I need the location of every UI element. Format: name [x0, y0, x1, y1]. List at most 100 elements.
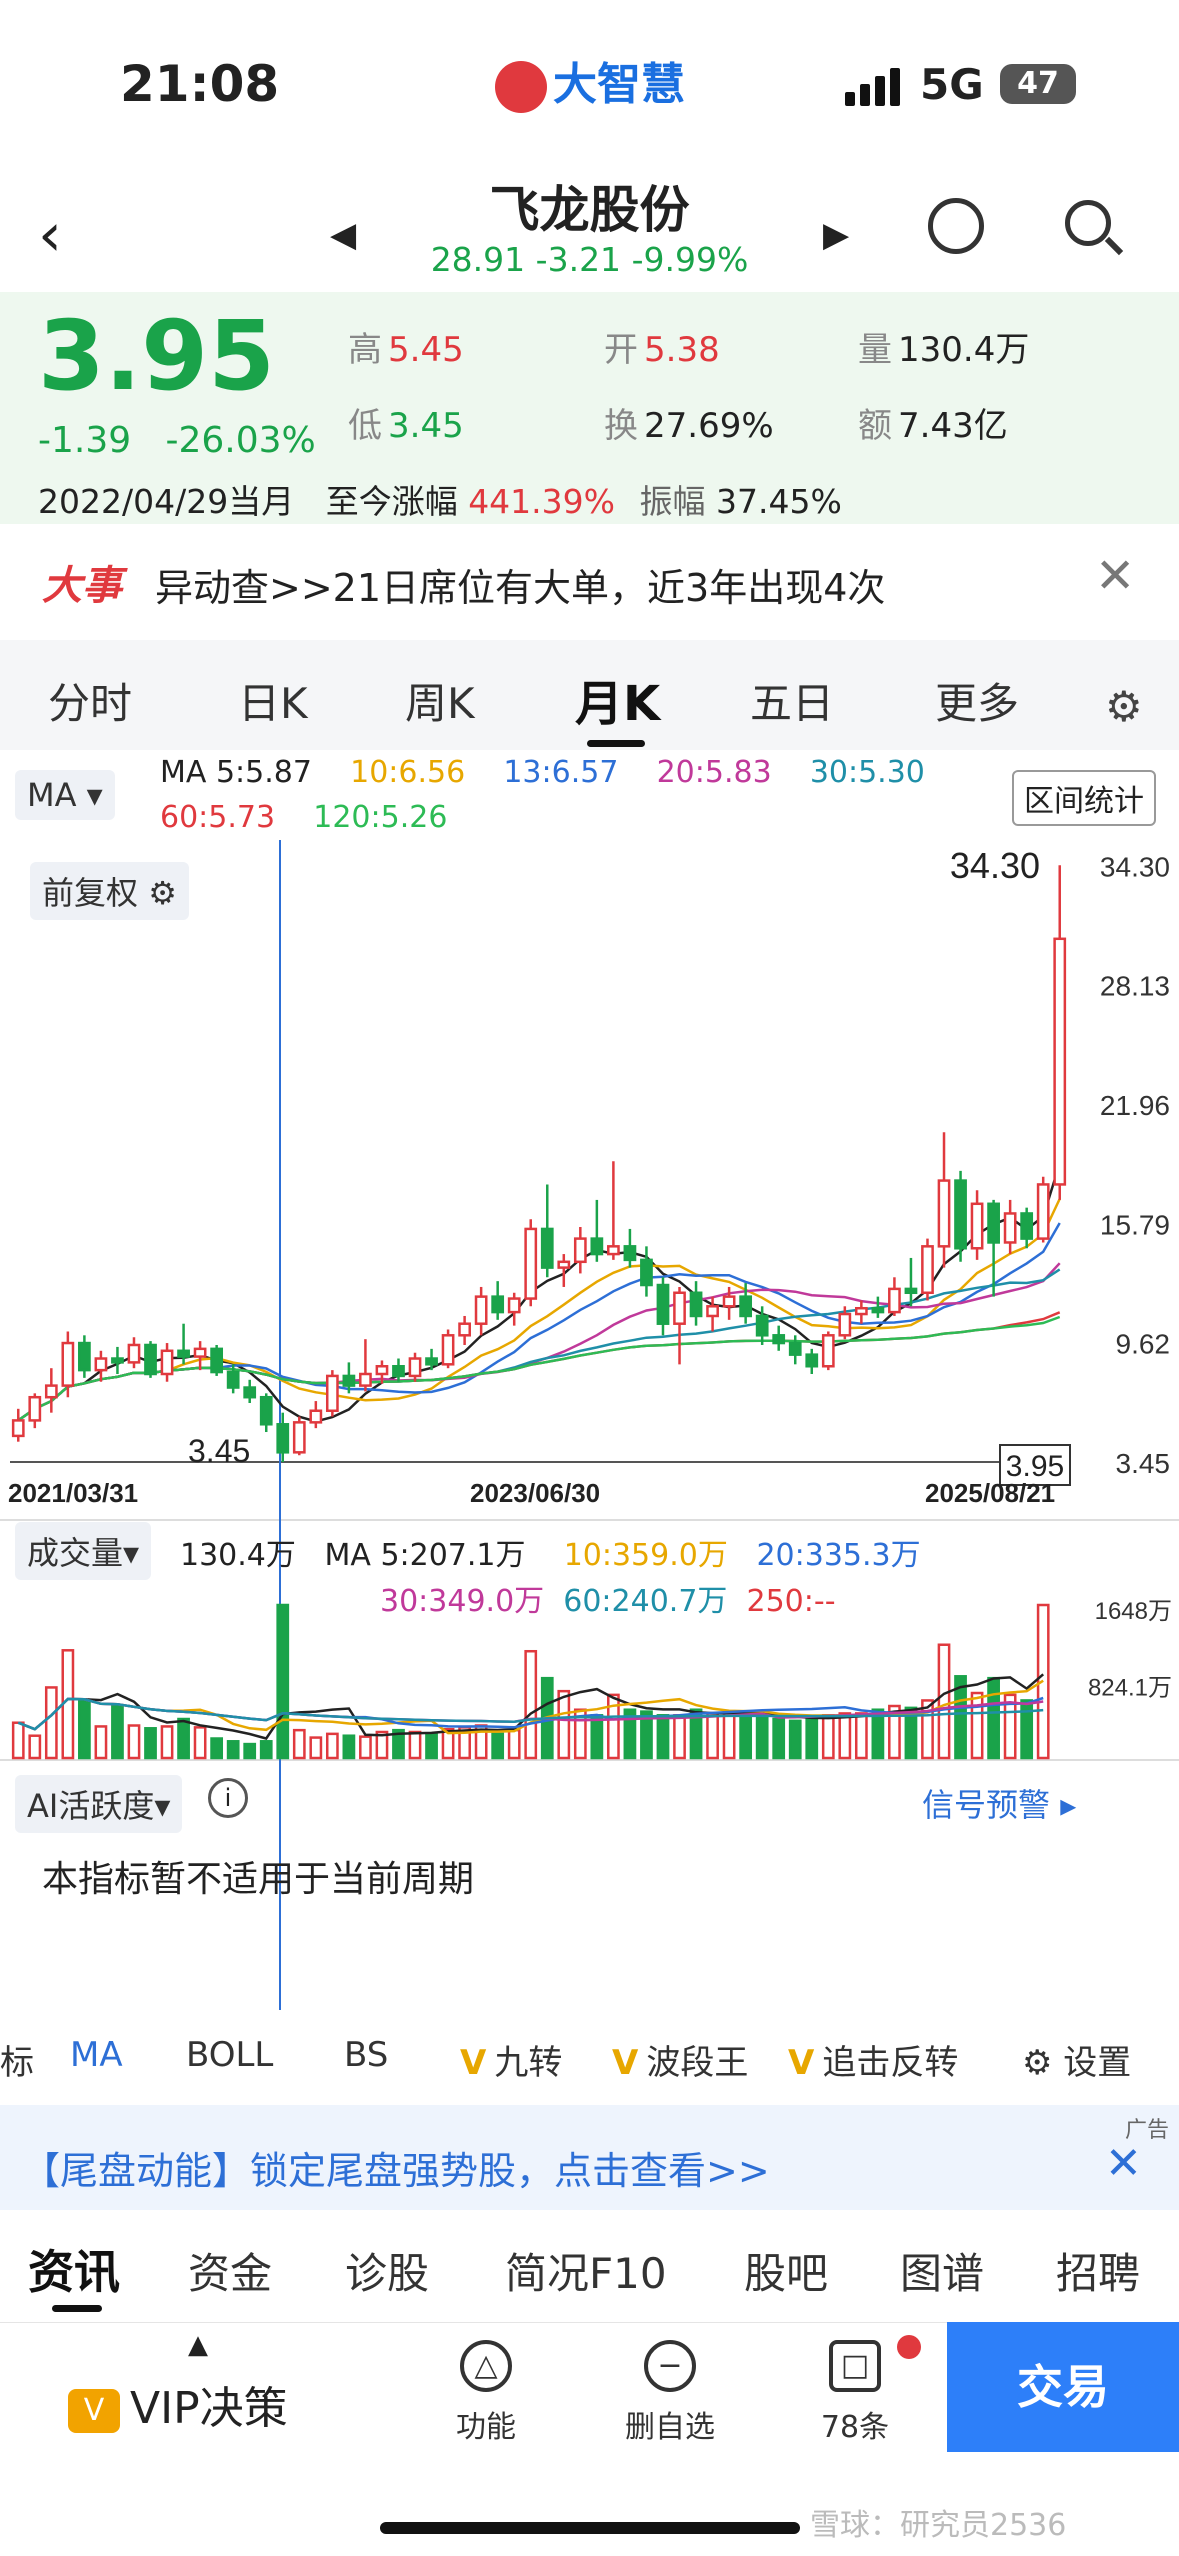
candle-body	[673, 1291, 686, 1325]
volume-current: 130.4万	[180, 1538, 296, 1573]
ma20-value: 20:5.83	[656, 755, 772, 790]
ma10-line	[17, 1198, 1061, 1422]
messages-button[interactable]: □ 78条	[800, 2340, 910, 2446]
ad-text[interactable]: 【尾盘动能】锁定尾盘强势股，点击查看>>	[22, 2140, 770, 2195]
ma-selector-label: MA	[27, 776, 77, 814]
open-value: 5.38	[644, 330, 720, 370]
volume-bar	[78, 1699, 91, 1760]
next-stock-icon[interactable]: ▶	[823, 215, 849, 255]
candle-body	[656, 1283, 670, 1325]
tab-forum[interactable]: 股吧	[744, 2240, 828, 2301]
function-button[interactable]: △ 功能	[436, 2340, 536, 2446]
candle-body	[491, 1295, 505, 1314]
tab-weekly[interactable]: 周K	[405, 670, 475, 731]
date-tick-label: 2023/06/30	[470, 1478, 600, 1508]
candle-body	[888, 1287, 901, 1314]
price-tick-label: 9.62	[1116, 1329, 1171, 1360]
volume-tick-label: 824.1万	[1088, 1675, 1172, 1702]
trade-button[interactable]: 交易	[947, 2322, 1179, 2452]
vip-v-icon: V	[460, 2043, 487, 2083]
remove-watchlist-button[interactable]: − 删自选	[605, 2340, 735, 2446]
home-indicator[interactable]	[380, 2522, 800, 2534]
volume-legend-row1: 130.4万 MA 5:207.1万 10:359.0万 20:335.3万	[180, 1530, 921, 1574]
tab-graph[interactable]: 图谱	[900, 2240, 984, 2301]
tab-jobs[interactable]: 招聘	[1056, 2240, 1140, 2301]
indicator-partial[interactable]: 标	[0, 2035, 34, 2084]
volume-bar	[94, 1725, 108, 1760]
tab-funds[interactable]: 资金	[188, 2240, 272, 2301]
close-icon[interactable]: ✕	[1095, 548, 1135, 604]
tab-news[interactable]: 资讯	[28, 2236, 120, 2302]
gear-icon: ⚙	[1022, 2043, 1053, 2083]
candle-body	[590, 1237, 604, 1256]
candle-body	[160, 1349, 174, 1376]
ma5-value: 5:5.87	[215, 755, 312, 790]
tab-five-day[interactable]: 五日	[750, 670, 834, 731]
candle-body	[474, 1295, 488, 1325]
amount-stat: 额 7.43亿	[858, 398, 1008, 447]
ai-activity-selector[interactable]: AI活跃度▾	[15, 1775, 183, 1833]
indicator-boduanwang[interactable]: V 波段王	[612, 2035, 748, 2084]
refresh-icon[interactable]	[928, 198, 984, 254]
range-stats-button[interactable]: 区间统计	[1012, 770, 1156, 826]
indicator-zhuiji[interactable]: V 追击反转	[788, 2035, 958, 2084]
candle-body	[78, 1341, 91, 1372]
tab-daily[interactable]: 日K	[238, 670, 308, 731]
news-text[interactable]: 异动查>>21日席位有大单，近3年出现4次	[155, 557, 885, 612]
index-pct: -9.99%	[631, 240, 749, 279]
candle-body	[292, 1421, 306, 1454]
vip-crown-icon: V	[68, 2389, 120, 2433]
turnover-value: 27.69%	[644, 406, 774, 446]
tab-more[interactable]: 更多	[935, 670, 1019, 731]
volume-bar	[805, 1716, 819, 1760]
ma-selector[interactable]: MA ▾	[15, 770, 115, 820]
vol-ma60: 60:240.7万	[563, 1584, 728, 1619]
index-change: -3.21	[535, 240, 622, 279]
candle-body	[507, 1297, 521, 1314]
candle-body	[458, 1322, 471, 1337]
candle-body	[61, 1341, 75, 1387]
turnover-label: 换	[604, 406, 638, 446]
period-date: 2022/04/29当月	[38, 482, 295, 521]
candle-body	[193, 1347, 207, 1358]
volume-bar	[755, 1715, 769, 1760]
ma120-value: 120:5.26	[313, 800, 448, 835]
search-icon[interactable]	[1065, 200, 1111, 246]
indicator-zhuiji-label: 追击反转	[822, 2043, 959, 2083]
signal-alert-link[interactable]: 信号预警 ▸	[922, 1780, 1076, 1826]
candle-body	[805, 1353, 819, 1368]
volume-bar	[359, 1735, 372, 1760]
indicator-boduanwang-label: 波段王	[646, 2043, 749, 2083]
candle-body	[144, 1343, 157, 1376]
watermark: 雪球：研究员2536	[810, 2508, 1067, 2543]
amplitude-label: 振幅	[639, 482, 706, 521]
indicator-boll[interactable]: BOLL	[186, 2035, 273, 2075]
price-tick-label: 34.30	[1100, 851, 1170, 882]
candle-body	[1053, 937, 1067, 1186]
indicator-settings[interactable]: ⚙ 设置	[1022, 2035, 1131, 2084]
ma-label: MA	[160, 755, 207, 790]
info-icon[interactable]: i	[208, 1778, 248, 1818]
tab-monthly[interactable]: 月K	[575, 664, 660, 734]
volume-selector[interactable]: 成交量▾	[15, 1522, 152, 1580]
expand-up-icon[interactable]: ▲	[188, 2330, 208, 2360]
adjust-selector[interactable]: 前复权 ⚙	[30, 862, 189, 920]
vip-decision-button[interactable]: V VIP决策	[68, 2372, 288, 2436]
prev-stock-icon[interactable]: ◀	[330, 215, 356, 255]
since-label: 至今涨幅	[325, 482, 458, 521]
candle-body	[706, 1305, 719, 1318]
ai-selector-label: AI活跃度	[27, 1787, 155, 1825]
low-value: 3.45	[388, 406, 464, 446]
indicator-jiuzhuan[interactable]: V 九转	[460, 2035, 562, 2084]
tab-f10[interactable]: 简况F10	[505, 2240, 667, 2301]
function-label: 功能	[456, 2410, 516, 2445]
close-icon[interactable]: ✕	[1105, 2138, 1142, 2189]
tab-diagnose[interactable]: 诊股	[345, 2240, 429, 2301]
indicator-bs[interactable]: BS	[344, 2035, 388, 2075]
tab-intraday[interactable]: 分时	[48, 670, 132, 731]
candle-body	[904, 1287, 918, 1295]
volume-bar	[11, 1721, 25, 1760]
gear-icon[interactable]: ⚙	[1105, 682, 1143, 731]
indicator-jiuzhuan-label: 九转	[494, 2043, 563, 2083]
indicator-ma[interactable]: MA	[70, 2035, 123, 2075]
